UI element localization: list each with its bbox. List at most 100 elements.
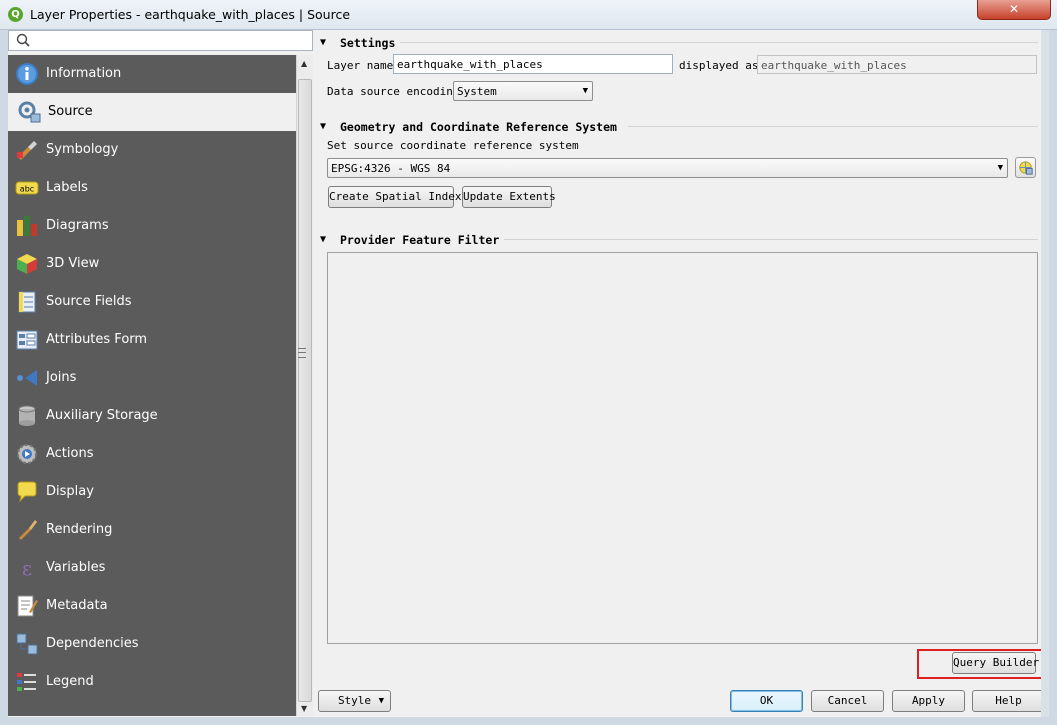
layer-name-label: Layer name xyxy=(327,59,394,72)
sidebar-item-information[interactable]: Information xyxy=(8,55,296,93)
dependencies-icon xyxy=(16,633,38,655)
sidebar-item-source[interactable]: Source xyxy=(8,93,296,131)
sidebar-item-label: Dependencies xyxy=(46,636,139,651)
sidebar-item-dependencies[interactable]: Dependencies xyxy=(8,625,296,663)
apply-button[interactable]: Apply xyxy=(892,690,965,712)
sidebar-item-display[interactable]: Display xyxy=(8,473,296,511)
attributes-form-icon xyxy=(16,330,38,350)
sidebar-item-label: Variables xyxy=(46,560,106,575)
scroll-down-icon[interactable]: ▼ xyxy=(301,704,307,713)
sidebar-item-label: Metadata xyxy=(46,598,108,613)
crs-label: Set source coordinate reference system xyxy=(327,139,579,152)
encoding-value: System xyxy=(457,85,497,98)
sidebar-item-label: Diagrams xyxy=(46,218,109,233)
collapse-arrow-icon[interactable]: ▼ xyxy=(320,37,326,48)
sidebar-item-3d-view[interactable]: 3D View xyxy=(8,245,296,283)
sidebar-item-label: Source Fields xyxy=(46,294,132,309)
chevron-down-icon: ▼ xyxy=(582,86,588,96)
joins-icon xyxy=(17,370,37,386)
sidebar: Information Source Symbology abc Labels … xyxy=(8,55,296,716)
sidebar-item-diagrams[interactable]: Diagrams xyxy=(8,207,296,245)
style-button-label: Style xyxy=(337,694,372,707)
crs-select[interactable]: EPSG:4326 - WGS 84 ▼ xyxy=(327,158,1008,178)
splitter-handle[interactable] xyxy=(298,348,306,358)
diagrams-icon xyxy=(17,216,37,236)
sidebar-item-label: Actions xyxy=(46,446,94,461)
help-button[interactable]: Help xyxy=(972,690,1045,712)
filter-title: Provider Feature Filter xyxy=(340,233,500,247)
sidebar-item-label: Attributes Form xyxy=(46,332,148,347)
sidebar-item-actions[interactable]: Actions xyxy=(8,435,296,473)
scroll-up-icon[interactable]: ▲ xyxy=(301,59,307,68)
chevron-down-icon: ▼ xyxy=(378,696,384,706)
search-input[interactable] xyxy=(8,30,313,51)
encoding-select[interactable]: System ▼ xyxy=(453,81,593,101)
crs-value: EPSG:4326 - WGS 84 xyxy=(331,162,451,175)
display-icon xyxy=(17,481,37,503)
collapse-arrow-icon[interactable]: ▼ xyxy=(320,121,326,132)
sidebar-item-label: Symbology xyxy=(46,142,119,157)
sidebar-item-label: 3D View xyxy=(46,256,100,271)
sidebar-item-label: Labels xyxy=(46,180,88,195)
sidebar-item-label: Display xyxy=(46,484,94,499)
variables-icon: ε xyxy=(22,556,32,580)
layer-name-field[interactable]: earthquake_with_places xyxy=(393,54,673,74)
settings-group-header[interactable]: ▼ Settings xyxy=(318,34,1038,52)
auxiliary-storage-icon xyxy=(18,405,36,426)
sidebar-item-label: Source xyxy=(48,104,93,119)
geometry-title: Geometry and Coordinate Reference System xyxy=(340,120,617,134)
close-button[interactable]: ✕ xyxy=(977,0,1051,20)
create-spatial-index-button[interactable]: Create Spatial Index xyxy=(328,186,461,208)
scrollbar-thumb[interactable] xyxy=(298,79,312,702)
sidebar-item-label: Information xyxy=(46,66,122,81)
title-bar: Q Layer Properties - earthquake_with_pla… xyxy=(0,0,1057,30)
labels-icon: abc xyxy=(15,181,39,195)
cancel-button[interactable]: Cancel xyxy=(811,690,884,712)
source-icon xyxy=(18,101,41,123)
globe-icon xyxy=(1019,161,1033,175)
sidebar-item-symbology[interactable]: Symbology xyxy=(8,131,296,169)
sidebar-item-auxiliary-storage[interactable]: Auxiliary Storage xyxy=(8,397,296,435)
sidebar-item-rendering[interactable]: Rendering xyxy=(8,511,296,549)
symbology-icon xyxy=(17,141,37,160)
source-fields-icon xyxy=(18,291,36,313)
chevron-down-icon: ▼ xyxy=(997,163,1003,173)
information-icon xyxy=(16,63,38,85)
style-button[interactable]: Style ▼ xyxy=(318,690,391,712)
divider xyxy=(400,42,1038,43)
settings-title: Settings xyxy=(340,36,396,50)
sidebar-item-legend[interactable]: Legend xyxy=(8,663,296,701)
crs-selector-button[interactable] xyxy=(1015,157,1036,178)
qgis-icon: Q xyxy=(8,7,23,22)
sidebar-item-labels[interactable]: abc Labels xyxy=(8,169,296,207)
svg-text:abc: abc xyxy=(20,185,34,194)
filter-group-header[interactable]: ▼ Provider Feature Filter xyxy=(318,231,1038,249)
sidebar-scrollbar[interactable]: ▲ ▼ xyxy=(296,55,313,716)
filter-text-area[interactable] xyxy=(327,252,1038,644)
sidebar-item-label: Joins xyxy=(46,370,77,385)
sidebar-item-metadata[interactable]: Metadata xyxy=(8,587,296,625)
displayed-as-label: displayed as xyxy=(679,59,759,72)
metadata-icon xyxy=(17,595,38,617)
search-icon xyxy=(16,33,30,47)
window-border xyxy=(1041,30,1049,717)
update-extents-button[interactable]: Update Extents xyxy=(462,186,556,208)
window-title: Layer Properties - earthquake_with_place… xyxy=(30,7,351,22)
svg-text:ε: ε xyxy=(22,556,32,580)
sidebar-item-joins[interactable]: Joins xyxy=(8,359,296,397)
dialog-body: Information Source Symbology abc Labels … xyxy=(8,30,1049,717)
sidebar-item-label: Auxiliary Storage xyxy=(46,408,158,423)
sidebar-item-attributes-form[interactable]: Attributes Form xyxy=(8,321,296,359)
query-builder-button[interactable]: Query Builder xyxy=(952,652,1039,674)
encoding-label: Data source encoding xyxy=(327,85,460,98)
rendering-icon xyxy=(19,520,37,540)
actions-icon xyxy=(17,444,37,464)
sidebar-item-source-fields[interactable]: Source Fields xyxy=(8,283,296,321)
sidebar-item-variables[interactable]: ε Variables xyxy=(8,549,296,587)
collapse-arrow-icon[interactable]: ▼ xyxy=(320,234,326,245)
ok-button[interactable]: OK xyxy=(730,690,803,712)
legend-icon xyxy=(17,673,36,691)
geometry-group-header[interactable]: ▼ Geometry and Coordinate Reference Syst… xyxy=(318,118,1038,136)
sidebar-item-label: Legend xyxy=(46,674,94,689)
displayed-as-field: earthquake_with_places xyxy=(757,55,1037,74)
